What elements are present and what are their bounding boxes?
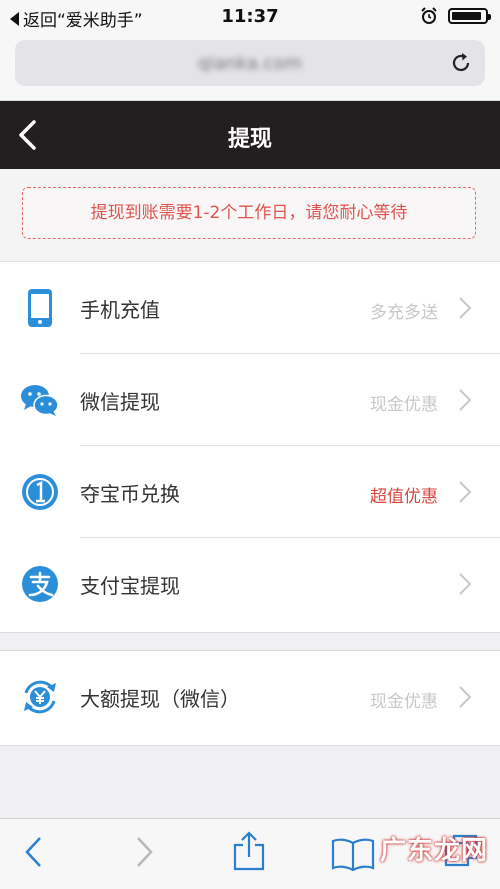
withdraw-options-list: 手机充值 多充多送 微信提现 现金优惠 夺宝币兑换 超值优惠 支付宝提现 — [0, 262, 500, 633]
option-label: 支付宝提现 — [80, 574, 180, 598]
chevron-right-icon — [459, 481, 472, 503]
option-phone-recharge[interactable]: 手机充值 多充多送 — [0, 262, 500, 354]
chevron-right-icon — [459, 389, 472, 411]
notice-area: 提现到账需要1-2个工作日，请您耐心等待 — [0, 169, 500, 262]
browser-back-icon[interactable] — [22, 835, 46, 869]
page-title: 提现 — [227, 127, 272, 152]
option-large-wechat-withdraw[interactable]: 大额提现（微信） 现金优惠 — [0, 651, 500, 743]
chevron-right-icon — [459, 573, 472, 595]
status-bar: 返回“爱米助手” 11:37 — [0, 0, 500, 32]
alarm-icon — [421, 7, 437, 24]
option-label: 夺宝币兑换 — [80, 482, 180, 506]
option-label: 大额提现（微信） — [80, 687, 240, 711]
reload-icon[interactable] — [449, 51, 473, 75]
option-coin-exchange[interactable]: 夺宝币兑换 超值优惠 — [0, 446, 500, 538]
large-withdraw-list: 大额提现（微信） 现金优惠 — [0, 650, 500, 746]
option-tag: 现金优惠 — [370, 395, 438, 415]
chevron-right-icon — [459, 686, 472, 708]
option-alipay-withdraw[interactable]: 支付宝提现 — [0, 538, 500, 630]
chevron-right-icon — [459, 297, 472, 319]
alipay-icon — [22, 566, 58, 602]
browser-url-area: qianka.com — [0, 32, 500, 101]
option-tag: 超值优惠 — [370, 487, 438, 507]
option-label: 微信提现 — [80, 390, 160, 414]
coin-icon — [22, 474, 58, 510]
yuan-exchange-icon — [24, 680, 56, 714]
bookmarks-icon[interactable] — [330, 837, 376, 871]
phone-icon — [28, 289, 52, 327]
wechat-icon — [21, 385, 59, 416]
share-icon[interactable] — [232, 831, 266, 871]
option-tag: 现金优惠 — [370, 692, 438, 712]
watermark-logo: 广东龙网 — [379, 836, 488, 866]
browser-forward-icon[interactable] — [132, 835, 156, 869]
option-tag: 多充多送 — [370, 303, 438, 323]
battery-fill — [452, 12, 481, 20]
option-label: 手机充值 — [80, 298, 160, 322]
notice-banner: 提现到账需要1-2个工作日，请您耐心等待 — [22, 187, 476, 239]
address-bar[interactable]: qianka.com — [15, 40, 485, 86]
url-text: qianka.com — [197, 53, 303, 74]
option-wechat-withdraw[interactable]: 微信提现 现金优惠 — [0, 354, 500, 446]
nav-bar: 提现 — [0, 101, 500, 169]
status-right — [420, 7, 491, 25]
battery-icon — [448, 8, 491, 24]
